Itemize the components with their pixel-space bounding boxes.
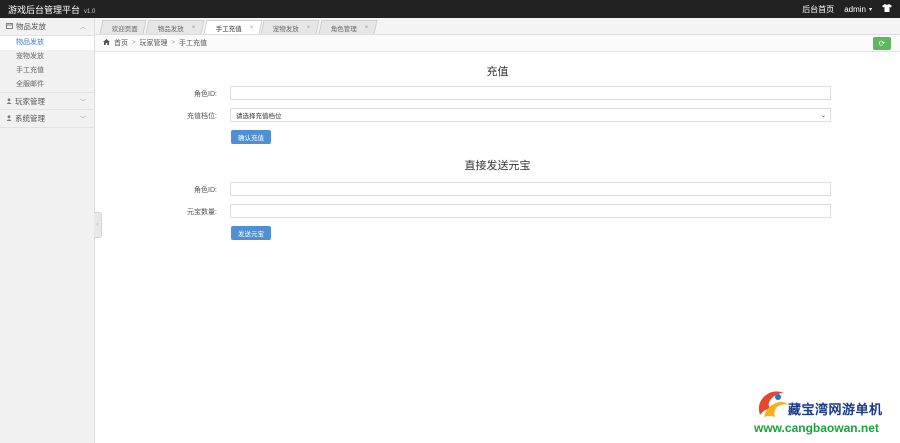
sidebar-item-server-mail[interactable]: 全服邮件 <box>0 78 94 92</box>
breadcrumb: 首页 > 玩家管理 > 手工充值 ⟳ <box>95 35 900 52</box>
close-icon[interactable]: × <box>192 25 196 31</box>
breadcrumb-current: 手工充值 <box>179 40 208 47</box>
yuanbao-role-id-input[interactable] <box>230 182 831 196</box>
refresh-icon: ⟳ <box>878 39 886 48</box>
sidebar-group-system[interactable]: 系统管理 ﹀ <box>0 110 94 128</box>
sidebar-item-item-grant[interactable]: 物品发放 <box>0 36 94 50</box>
watermark: 藏宝湾网游单机 www.cangbaowan.net <box>752 385 898 441</box>
person-icon <box>6 97 12 106</box>
close-icon[interactable]: × <box>364 25 368 31</box>
tab-label: 物品发放 <box>157 25 184 33</box>
sidebar-group-label: 玩家管理 <box>15 96 45 106</box>
tab-pet-grant[interactable]: 宠物发放 × <box>260 20 320 34</box>
tab-role-manage[interactable]: 角色管理 × <box>318 20 377 34</box>
box-icon <box>6 22 13 31</box>
sidebar-group-label: 系统管理 <box>15 114 45 123</box>
chevron-down-icon: ⌄ <box>820 112 826 119</box>
close-icon[interactable]: × <box>249 25 253 31</box>
tab-label: 角色管理 <box>330 25 357 33</box>
person-icon <box>6 114 12 123</box>
brand: 游戏后台管理平台 v1.0 <box>8 3 95 16</box>
username: admin <box>844 4 866 14</box>
top-navbar: 游戏后台管理平台 v1.0 后台首页 admin ▾ <box>0 0 900 18</box>
sidebar-item-manual-recharge[interactable]: 手工充值 <box>0 64 94 78</box>
tab-item-grant[interactable]: 物品发放 × <box>145 20 205 34</box>
breadcrumb-home[interactable]: 首页 <box>114 38 128 48</box>
yuanbao-role-id-label: 角色ID: <box>194 187 217 194</box>
sidebar-group-players[interactable]: 玩家管理 ﹀ <box>0 92 94 110</box>
tab-label: 手工充值 <box>215 25 242 33</box>
close-icon[interactable]: × <box>307 25 311 31</box>
nav-link-home[interactable]: 后台首页 <box>802 4 834 15</box>
breadcrumb-level1[interactable]: 玩家管理 <box>140 38 168 48</box>
yuanbao-submit-button[interactable]: 发送元宝 <box>231 226 271 240</box>
recharge-role-id-label: 角色ID: <box>194 91 217 98</box>
app-title: 游戏后台管理平台 <box>8 4 81 15</box>
tab-welcome[interactable]: 欢迎页面 <box>99 20 147 34</box>
watermark-logo <box>754 387 790 421</box>
tab-bar: 欢迎页面 物品发放 × 手工充值 × 宠物发放 × 角色管理 × <box>95 18 900 35</box>
watermark-name: 藏宝湾网游单机 <box>788 402 883 417</box>
tab-manual-recharge[interactable]: 手工充值 × <box>203 20 262 34</box>
chevron-down-icon: ﹀ <box>79 117 86 123</box>
top-right-nav: 后台首页 admin ▾ <box>802 4 892 15</box>
chevron-down-icon: ﹀ <box>79 99 86 106</box>
breadcrumb-separator: > <box>171 40 176 46</box>
user-menu[interactable]: admin ▾ <box>844 5 872 14</box>
recharge-role-id-input[interactable] <box>230 86 831 100</box>
watermark-url: www.cangbaowan.net <box>754 421 879 435</box>
tab-label: 宠物发放 <box>272 25 299 33</box>
sidebar-group-label: 物品发放 <box>16 22 46 31</box>
chevron-down-icon: ▾ <box>868 6 872 13</box>
recharge-package-value: 请选择充值档位 <box>236 113 282 120</box>
yuanbao-title: 直接发送元宝 <box>464 160 531 172</box>
chevron-up-icon: ︿ <box>79 25 86 31</box>
refresh-button[interactable]: ⟳ <box>873 37 891 50</box>
yuanbao-amount-input[interactable] <box>230 204 831 218</box>
recharge-title: 充值 <box>486 66 509 78</box>
recharge-package-label: 充值档位: <box>187 113 217 120</box>
sidebar-group-items[interactable]: 物品发放 ︿ <box>0 18 94 36</box>
sidebar-item-pet-grant[interactable]: 宠物发放 <box>0 50 94 64</box>
recharge-package-select[interactable]: 请选择充值档位 ⌄ <box>230 108 831 122</box>
home-icon <box>103 39 110 47</box>
yuanbao-amount-label: 元宝数量: <box>187 209 217 216</box>
app-version: v1.0 <box>84 8 96 15</box>
breadcrumb-separator: > <box>132 40 136 46</box>
shirt-icon[interactable] <box>882 4 892 14</box>
sidebar: 物品发放 ︿ 物品发放 宠物发放 手工充值 全服邮件 玩家管理 ﹀ 系统管理 ﹀ <box>0 18 95 443</box>
tab-label: 欢迎页面 <box>111 25 138 33</box>
recharge-submit-button[interactable]: 确认充值 <box>231 130 271 144</box>
